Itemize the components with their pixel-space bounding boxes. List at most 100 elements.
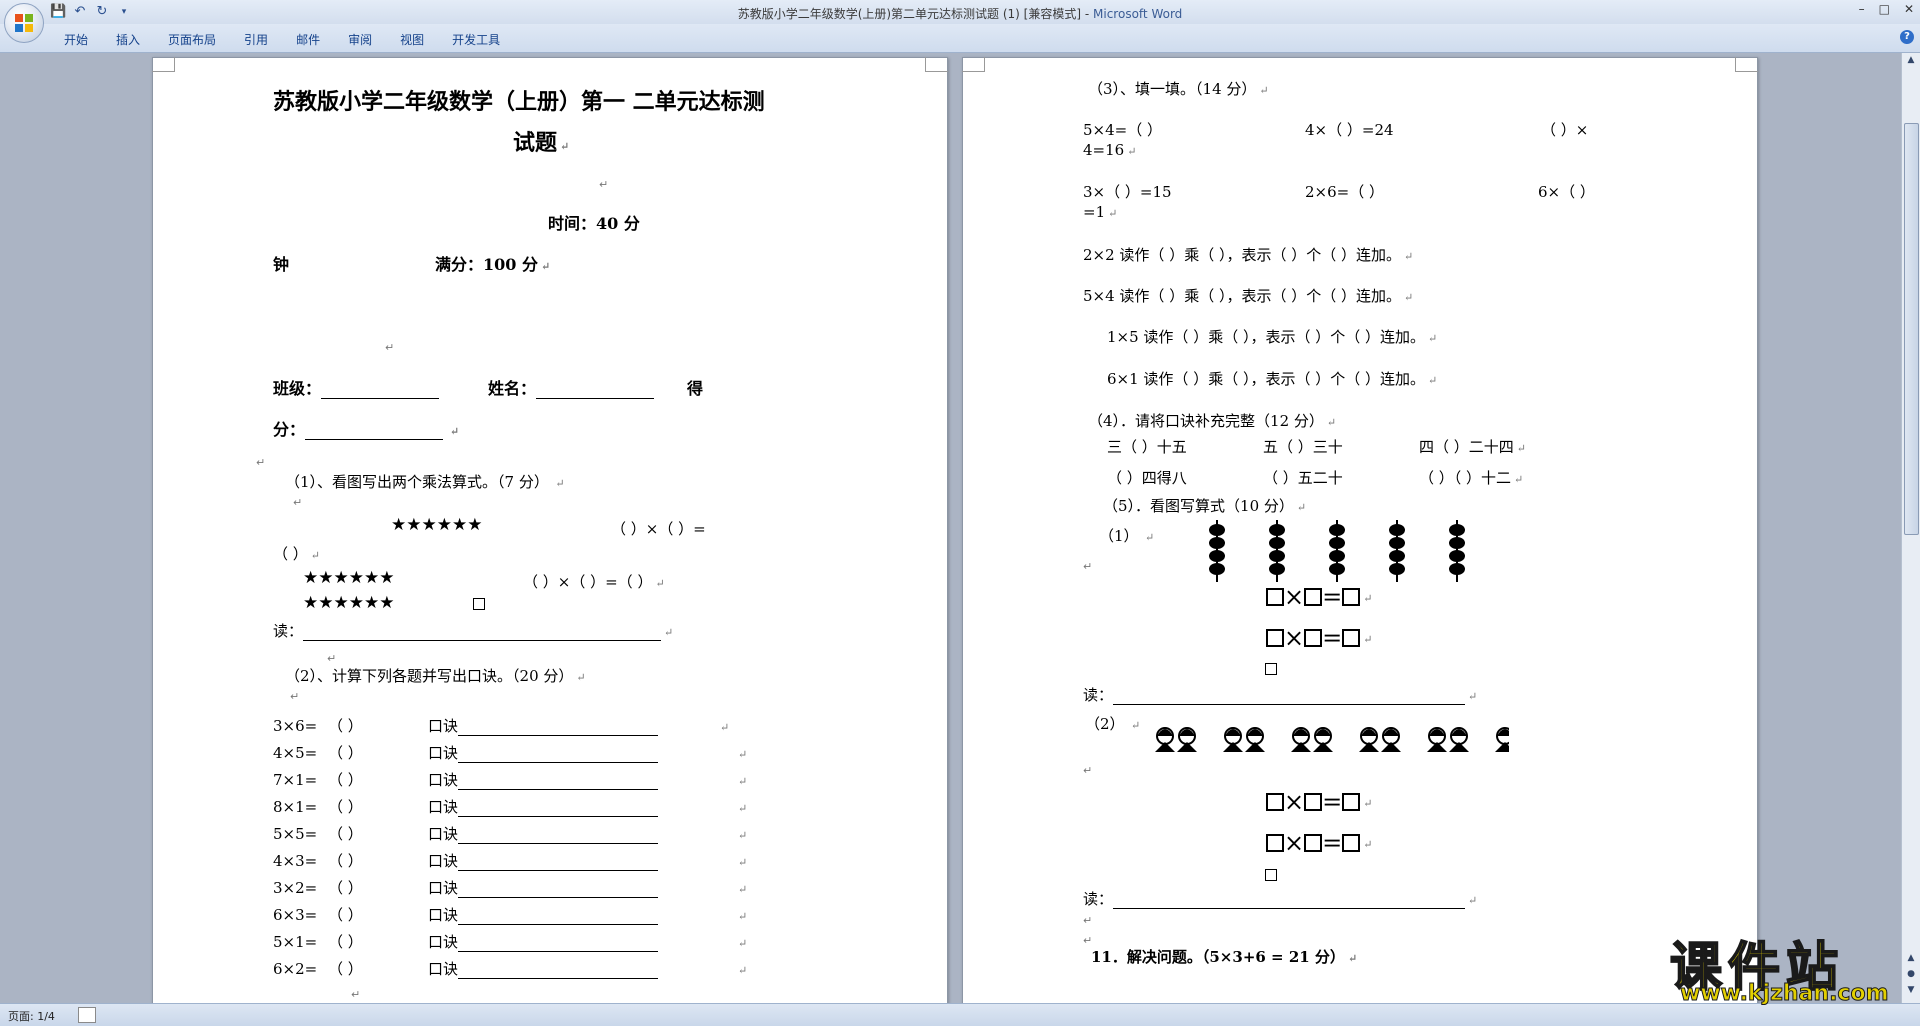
child-figure	[1427, 727, 1447, 752]
q3-row2-c: 6×（ ）	[1538, 183, 1595, 201]
q2-item: 8×1= （ ）口诀 ↵	[273, 796, 748, 817]
q3-read-2: 5×4 读作（ ）乘（ ），表示（ ）个（ ）连加。 ↵	[1083, 287, 1414, 305]
child-figure	[1313, 727, 1333, 752]
q2-expression: 3×2=	[273, 879, 318, 897]
q2-answer-blank[interactable]: （ ）	[328, 715, 428, 736]
q5-part2-label: （2） ↵	[1085, 715, 1141, 733]
q2-item: 5×5= （ ）口诀 ↵	[273, 823, 748, 844]
q2-answer-blank[interactable]: （ ）	[328, 823, 428, 844]
q2-item: 3×2= （ ）口诀 ↵	[273, 877, 748, 898]
q2-koujue-line[interactable]	[458, 775, 659, 790]
q5-read-1[interactable]: 读： ↵	[1083, 684, 1477, 705]
q2-expression: 6×3=	[273, 906, 318, 924]
q2-answer-blank[interactable]: （ ）	[328, 850, 428, 871]
q2-item: 5×1= （ ）口诀 ↵	[273, 931, 748, 952]
q2-expression: 6×2=	[273, 960, 318, 978]
ribbon-tab[interactable]: 页面布局	[154, 31, 230, 48]
q2-expression: 5×1=	[273, 933, 318, 951]
q2-answer-blank[interactable]: （ ）	[328, 796, 428, 817]
q2-expression: 5×5=	[273, 825, 318, 843]
proofing-icon[interactable]	[78, 1007, 96, 1023]
bead	[1389, 563, 1405, 575]
close-icon[interactable]: ✕	[1904, 2, 1914, 16]
q2-koujue-label: 口诀	[428, 717, 459, 735]
bead	[1449, 524, 1465, 536]
doc-title-line1: 苏教版小学二年级数学（上册）第一 二单元达标测	[273, 89, 765, 115]
q2-koujue-label: 口诀	[428, 960, 459, 978]
q2-answer-blank[interactable]: （ ）	[328, 931, 428, 952]
page-2: （3）、填一填。（14 分） ↵ 5×4=（ ） 4×（ ）=24 （ ）× 4=…	[962, 57, 1758, 1003]
q5-read-2[interactable]: 读： ↵	[1083, 888, 1477, 909]
crop-mark	[962, 57, 985, 72]
paragraph-mark: ↵	[290, 690, 300, 703]
bead	[1329, 524, 1345, 536]
paragraph-mark: ↵	[327, 652, 337, 665]
class-field[interactable]: 班级：	[273, 375, 440, 399]
q5-eq-4: × = ↵	[1266, 829, 1372, 857]
q2-koujue-line[interactable]	[458, 748, 659, 763]
q2-koujue-label: 口诀	[428, 852, 459, 870]
maximize-icon[interactable]: □	[1879, 2, 1890, 16]
q4-r2-c: （ ）（ ）十二 ↵	[1419, 469, 1524, 487]
q3-title: （3）、填一填。（14 分） ↵	[1088, 80, 1269, 98]
stars-row-1: ★★★★★★	[391, 515, 483, 535]
bead	[1389, 550, 1405, 562]
q2-item: 6×2= （ ）口诀 ↵	[273, 958, 748, 979]
q3-row2-cont: =1 ↵	[1083, 203, 1118, 221]
ribbon-tab[interactable]: 邮件	[282, 31, 334, 48]
bead	[1269, 524, 1285, 536]
ribbon-tab[interactable]: 开始	[50, 31, 102, 48]
paragraph-mark: ↵	[385, 341, 395, 354]
ribbon-tab[interactable]: 插入	[102, 31, 154, 48]
page-indicator[interactable]: 页面: 1/4	[8, 1008, 55, 1024]
ribbon-tab[interactable]: 视图	[386, 31, 438, 48]
name-field[interactable]: 姓名：	[488, 375, 655, 399]
q2-answer-blank[interactable]: （ ）	[328, 742, 428, 763]
q3-read-4: 6×1 读作（ ）乘（ ），表示（ ）个（ ）连加。 ↵	[1107, 370, 1438, 388]
q2-item: 6×3= （ ）口诀 ↵	[273, 904, 748, 925]
ribbon-tab-bar: 开始 插入 页面布局 引用 邮件 审阅 视图 开发工具 ?	[0, 24, 1920, 53]
q2-answer-blank[interactable]: （ ）	[328, 769, 428, 790]
child-figure	[1291, 727, 1311, 752]
q2-koujue-line[interactable]	[458, 883, 659, 898]
window-title: 苏教版小学二年级数学(上册)第二单元达标测试题 (1) [兼容模式] - Mic…	[737, 7, 1183, 21]
q2-koujue-line[interactable]	[458, 937, 659, 952]
q2-answer-blank[interactable]: （ ）	[328, 877, 428, 898]
q2-koujue-line[interactable]	[458, 721, 659, 736]
office-button[interactable]	[4, 3, 44, 43]
q2-koujue-line[interactable]	[458, 802, 659, 817]
bead	[1329, 537, 1345, 549]
scroll-up-icon[interactable]: ▲	[1905, 55, 1917, 67]
vertical-scrollbar[interactable]: ▲ ▲ ● ▼	[1901, 53, 1920, 1003]
q5-eq-1: × = ↵	[1266, 583, 1372, 611]
q2-expression: 8×1=	[273, 798, 318, 816]
q2-koujue-line[interactable]	[458, 910, 659, 925]
figures-image	[1155, 727, 1509, 752]
scroll-thumb[interactable]	[1904, 123, 1919, 535]
bead	[1449, 550, 1465, 562]
q1-read-line[interactable]: 读： ↵	[273, 620, 673, 641]
bead	[1449, 563, 1465, 575]
q2-koujue-line[interactable]	[458, 856, 659, 871]
child-figure	[1495, 727, 1509, 752]
minimize-icon[interactable]: –	[1859, 2, 1865, 16]
child-figure	[1381, 727, 1401, 752]
ribbon-tab[interactable]: 审阅	[334, 31, 386, 48]
q2-koujue-line[interactable]	[458, 829, 659, 844]
score-field[interactable]: 分： ↵	[273, 416, 459, 440]
q2-koujue-line[interactable]	[458, 964, 659, 979]
q2-answer-blank[interactable]: （ ）	[328, 958, 428, 979]
time-label: 时间：40 分	[548, 214, 640, 233]
stars-row-2: ★★★★★★	[303, 568, 395, 588]
crop-mark	[152, 57, 175, 72]
ribbon-tab[interactable]: 开发工具	[438, 31, 514, 48]
q4-r2-a: （ ）四得八	[1107, 469, 1187, 487]
help-icon[interactable]: ?	[1900, 30, 1914, 44]
ribbon-tab[interactable]: 引用	[230, 31, 282, 48]
q2-answer-blank[interactable]: （ ）	[328, 904, 428, 925]
q2-item: 3×6= （ ）口诀 ↵	[273, 715, 730, 736]
q2-koujue-label: 口诀	[428, 825, 459, 843]
paragraph-mark: ↵	[599, 178, 609, 191]
q4-r1-a: 三（ ）十五	[1107, 438, 1187, 456]
small-box	[1265, 663, 1277, 675]
